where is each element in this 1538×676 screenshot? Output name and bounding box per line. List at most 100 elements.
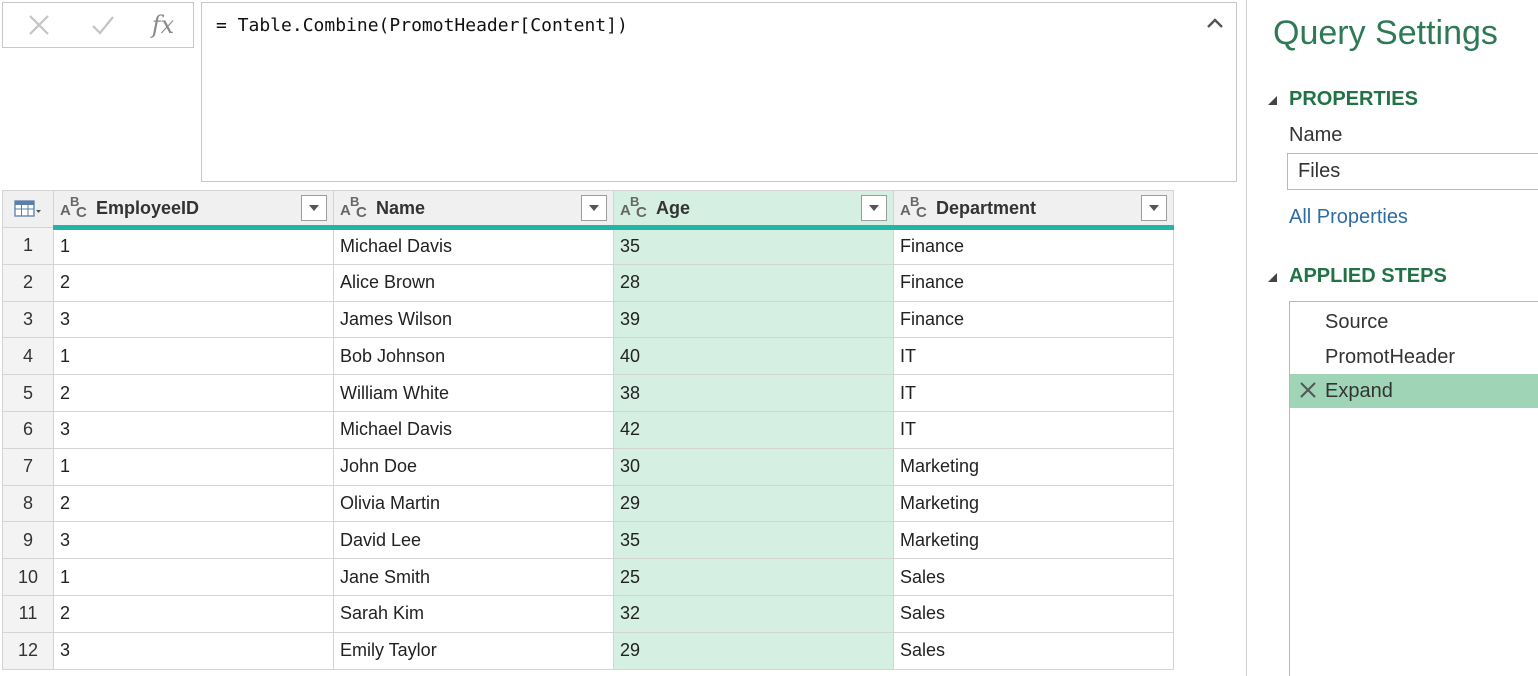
cell-employeeid[interactable]: 1 [53, 227, 334, 265]
table-row: 6 3 Michael Davis 42 IT [2, 410, 1174, 449]
cell-age[interactable]: 28 [613, 263, 894, 302]
cell-name[interactable]: Jane Smith [333, 558, 614, 596]
row-number[interactable]: 7 [2, 447, 54, 486]
cell-department[interactable]: IT [893, 410, 1174, 449]
formula-editor[interactable]: = Table.Combine(PromotHeader[Content]) [201, 2, 1237, 182]
cell-employeeid[interactable]: 3 [53, 521, 334, 560]
cell-age[interactable]: 25 [613, 558, 894, 596]
cell-department[interactable]: IT [893, 374, 1174, 412]
cell-department[interactable]: Marketing [893, 521, 1174, 560]
cell-age[interactable]: 42 [613, 410, 894, 449]
text-type-icon[interactable]: ABC [898, 194, 930, 222]
row-number[interactable]: 11 [2, 594, 54, 633]
cell-department[interactable]: Sales [893, 631, 1174, 670]
cell-name[interactable]: Sarah Kim [333, 594, 614, 633]
cell-age[interactable]: 32 [613, 594, 894, 633]
cell-employeeid[interactable]: 2 [53, 594, 334, 633]
step-promotheader[interactable]: PromotHeader [1290, 340, 1538, 374]
all-properties-link[interactable]: All Properties [1289, 206, 1408, 229]
cell-age[interactable]: 29 [613, 631, 894, 670]
applied-steps-section-toggle[interactable]: APPLIED STEPS [1265, 265, 1447, 288]
cell-age[interactable]: 39 [613, 300, 894, 339]
column-filter-button[interactable] [301, 195, 327, 221]
cell-employeeid[interactable]: 1 [53, 337, 334, 376]
table-row: 8 2 Olivia Martin 29 Marketing [2, 484, 1174, 523]
cell-name[interactable]: Michael Davis [333, 227, 614, 265]
cell-employeeid[interactable]: 3 [53, 300, 334, 339]
step-source[interactable]: Source [1290, 305, 1538, 339]
cell-department[interactable]: Marketing [893, 484, 1174, 523]
collapse-formula-button[interactable] [1204, 13, 1226, 35]
row-number[interactable]: 9 [2, 521, 54, 560]
cell-name[interactable]: Olivia Martin [333, 484, 614, 523]
row-number[interactable]: 1 [2, 227, 54, 265]
table-row: 5 2 William White 38 IT [2, 374, 1174, 412]
cell-employeeid[interactable]: 1 [53, 558, 334, 596]
cell-department[interactable]: Finance [893, 227, 1174, 265]
cell-department[interactable]: Finance [893, 300, 1174, 339]
column-header-department[interactable]: ABC Department [893, 190, 1174, 230]
query-name-input[interactable] [1287, 153, 1538, 190]
cell-department[interactable]: Sales [893, 594, 1174, 633]
cell-name[interactable]: Michael Davis [333, 410, 614, 449]
cell-name[interactable]: Alice Brown [333, 263, 614, 302]
cell-employeeid[interactable]: 2 [53, 484, 334, 523]
cell-age[interactable]: 35 [613, 227, 894, 265]
cell-age[interactable]: 35 [613, 521, 894, 560]
table-row: 2 2 Alice Brown 28 Finance [2, 263, 1174, 302]
column-header-age[interactable]: ABC Age [613, 190, 894, 230]
cell-employeeid[interactable]: 3 [53, 631, 334, 670]
row-number[interactable]: 2 [2, 263, 54, 302]
cell-name[interactable]: David Lee [333, 521, 614, 560]
cell-age[interactable]: 29 [613, 484, 894, 523]
table-row: 4 1 Bob Johnson 40 IT [2, 337, 1174, 376]
row-number[interactable]: 8 [2, 484, 54, 523]
delete-step-button[interactable] [1298, 380, 1318, 406]
commit-formula-button[interactable] [73, 3, 133, 47]
column-filter-button[interactable] [861, 195, 887, 221]
cell-age[interactable]: 40 [613, 337, 894, 376]
row-number[interactable]: 10 [2, 558, 54, 596]
column-header-label: Age [656, 197, 691, 218]
insert-function-button[interactable]: fx [133, 3, 193, 47]
column-header-employeeid[interactable]: ABC EmployeeID [53, 190, 334, 230]
cell-employeeid[interactable]: 2 [53, 263, 334, 302]
row-number[interactable]: 6 [2, 410, 54, 449]
text-type-icon[interactable]: ABC [58, 194, 90, 222]
cell-department[interactable]: Sales [893, 558, 1174, 596]
grid-body: 1 1 Michael Davis 35 Finance 2 2 Alice Brown 28 F… [2, 227, 1174, 670]
cell-age[interactable]: 30 [613, 447, 894, 486]
column-header-name[interactable]: ABC Name [333, 190, 614, 230]
cell-name[interactable]: Emily Taylor [333, 631, 614, 670]
text-type-icon[interactable]: ABC [338, 194, 370, 222]
cancel-formula-button[interactable] [9, 3, 69, 47]
query-settings-title: Query Settings [1273, 14, 1498, 52]
applied-steps-list: Source PromotHeader Expand [1289, 301, 1538, 676]
cell-employeeid[interactable]: 1 [53, 447, 334, 486]
column-filter-button[interactable] [581, 195, 607, 221]
cell-employeeid[interactable]: 3 [53, 410, 334, 449]
cell-age[interactable]: 38 [613, 374, 894, 412]
column-header-label: Name [376, 197, 426, 218]
formula-text[interactable]: = Table.Combine(PromotHeader[Content]) [216, 15, 628, 36]
query-settings-panel: Query Settings PROPERTIES Name All Prope… [1246, 0, 1538, 676]
cell-employeeid[interactable]: 2 [53, 374, 334, 412]
cell-name[interactable]: Bob Johnson [333, 337, 614, 376]
row-number[interactable]: 12 [2, 631, 54, 670]
cell-department[interactable]: Finance [893, 263, 1174, 302]
cell-name[interactable]: William White [333, 374, 614, 412]
cell-department[interactable]: IT [893, 337, 1174, 376]
row-number[interactable]: 3 [2, 300, 54, 339]
column-filter-button[interactable] [1141, 195, 1167, 221]
cell-department[interactable]: Marketing [893, 447, 1174, 486]
row-number[interactable]: 5 [2, 374, 54, 412]
properties-section-toggle[interactable]: PROPERTIES [1265, 88, 1418, 111]
step-expand[interactable]: Expand [1290, 374, 1538, 408]
row-number[interactable]: 4 [2, 337, 54, 376]
cell-name[interactable]: John Doe [333, 447, 614, 486]
close-icon [1300, 382, 1316, 398]
text-type-icon[interactable]: ABC [618, 194, 650, 222]
cell-name[interactable]: James Wilson [333, 300, 614, 339]
table-menu-button[interactable] [2, 190, 54, 228]
name-label: Name [1289, 124, 1343, 146]
